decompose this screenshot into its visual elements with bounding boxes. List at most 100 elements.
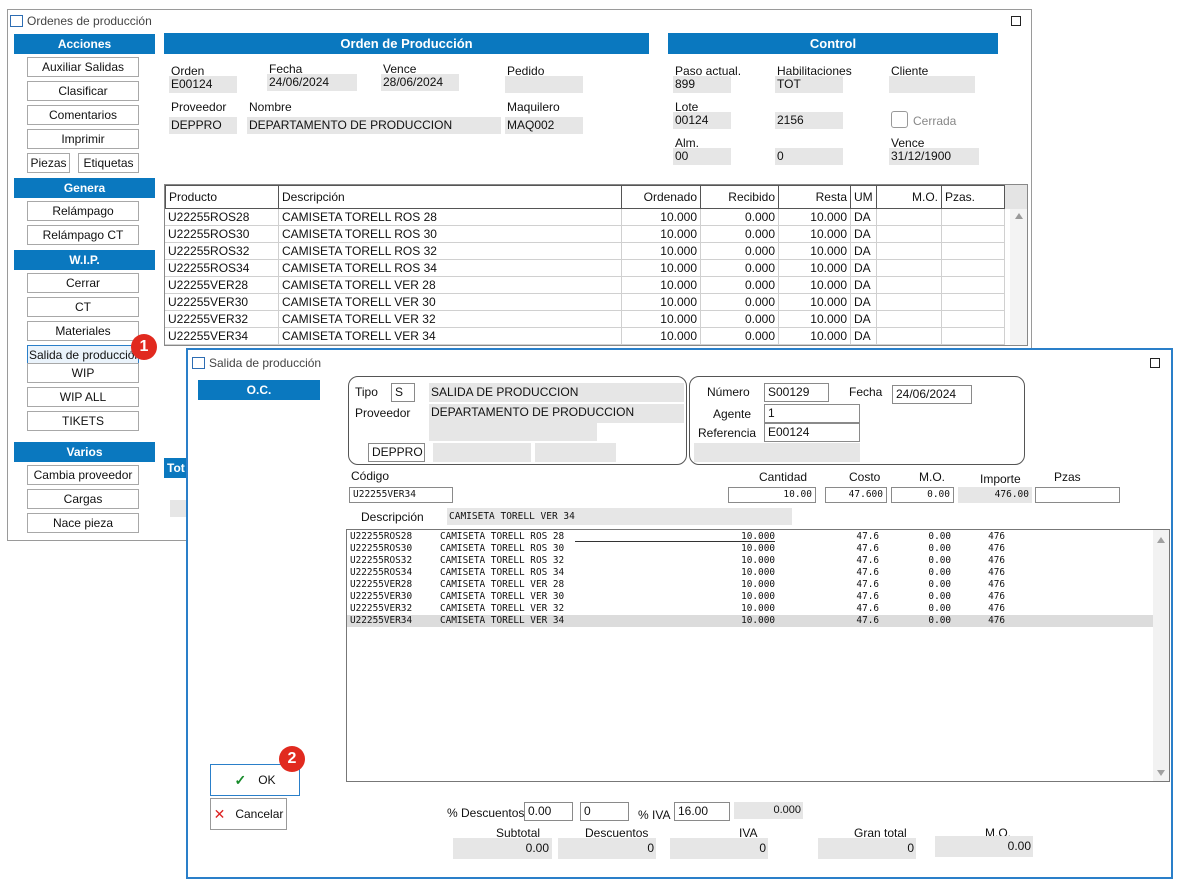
etiquetas-button[interactable]: Etiquetas [78,153,139,173]
proveedor-field[interactable]: DEPPRO [169,117,237,134]
list-cell-costo: 47.6 [856,615,879,626]
list-cell-mo: 0.00 [928,591,951,602]
col-ordenado[interactable]: Ordenado [622,185,701,209]
alm-field[interactable]: 00 [673,148,731,165]
cantidad-field[interactable]: 10.00 [728,487,816,503]
list-scrollbar[interactable] [1153,530,1169,781]
costo-field[interactable]: 47.600 [825,487,887,503]
wip-button[interactable]: WIP [27,363,139,383]
habilitaciones-field[interactable]: TOT [775,76,843,93]
control-header: Control [668,33,998,54]
numero-field[interactable]: S00129 [764,383,829,402]
cell-descripcion: CAMISETA TORELL VER 28 [279,277,622,294]
list-item[interactable]: U22255ROS32 CAMISETA TORELL ROS 32 10.000 4… [347,555,1153,567]
piezas-button[interactable]: Piezas [27,153,70,173]
descripcion-field: CAMISETA TORELL VER 34 [447,508,792,525]
scroll-track[interactable] [1010,209,1027,345]
dialog-maximize-button[interactable] [1150,358,1160,368]
cerrada-checkbox[interactable] [891,111,908,128]
mo-total-field: 0.00 [935,836,1033,857]
descuento1-field[interactable]: 0.00 [524,802,573,821]
maquilero-field[interactable]: MAQ002 [505,117,583,134]
list-scroll-up-icon[interactable] [1157,537,1165,543]
cell-mo [877,294,942,311]
cambia-proveedor-button[interactable]: Cambia proveedor [27,465,139,485]
lote2-field[interactable]: 2156 [775,112,843,129]
comentarios-button[interactable]: Comentarios [27,105,139,125]
ct-button[interactable]: CT [27,297,139,317]
orden-field[interactable]: E00124 [169,76,237,93]
list-cell-codigo: U22255VER30 [350,591,413,602]
col-recibido[interactable]: Recibido [701,185,779,209]
pzas-field[interactable] [1035,487,1120,503]
nace-pieza-button[interactable]: Nace pieza [27,513,139,533]
tipo-field[interactable]: S [391,383,415,402]
imprimir-button[interactable]: Imprimir [27,129,139,149]
list-item[interactable]: U22255ROS34 CAMISETA TORELL ROS 34 10.000 4… [347,567,1153,579]
fecha-dlg-field[interactable]: 24/06/2024 [892,385,972,404]
table-row[interactable]: U22255ROS28 CAMISETA TORELL ROS 28 10.000 0… [165,209,1005,226]
table-row[interactable]: U22255VER28 CAMISETA TORELL VER 28 10.000 0… [165,277,1005,294]
agente-field[interactable]: 1 [764,404,860,423]
table-row[interactable]: U22255ROS30 CAMISETA TORELL ROS 30 10.000 0… [165,226,1005,243]
list-item[interactable]: U22255VER28 CAMISETA TORELL VER 28 10.000 4… [347,579,1153,591]
materiales-button[interactable]: Materiales [27,321,139,341]
table-row[interactable]: U22255ROS32 CAMISETA TORELL ROS 32 10.000 0… [165,243,1005,260]
list-scroll-down-icon[interactable] [1157,770,1165,776]
wip-all-button[interactable]: WIP ALL [27,387,139,407]
proveedor-code-field[interactable]: DEPPRO [368,443,425,462]
cell-resta: 10.000 [779,226,851,243]
list-item[interactable]: U22255ROS30 CAMISETA TORELL ROS 30 10.000 4… [347,543,1153,555]
row-underline [575,541,775,542]
table-row[interactable]: U22255VER34 CAMISETA TORELL VER 34 10.000 0… [165,328,1005,345]
list-cell-mo: 0.00 [928,615,951,626]
proveedor-blank-1 [429,423,597,441]
vence-control-field[interactable]: 31/12/1900 [889,148,979,165]
cancel-button[interactable]: ✕ Cancelar [210,798,287,830]
cerrar-button[interactable]: Cerrar [27,273,139,293]
col-um[interactable]: UM [851,185,877,209]
referencia-field[interactable]: E00124 [764,423,860,442]
table-row[interactable]: U22255VER32 CAMISETA TORELL VER 32 10.000 0… [165,311,1005,328]
codigo-field[interactable]: U22255VER34 [349,487,453,503]
vence-field[interactable]: 28/06/2024 [381,74,459,91]
col-mo[interactable]: M.O. [877,185,942,209]
cell-pzas [942,277,1005,294]
descuento2-field[interactable]: 0 [580,802,629,821]
scroll-up-icon[interactable] [1015,213,1023,219]
col-descripcion[interactable]: Descripción [279,185,622,209]
tikets-button[interactable]: TIKETS [27,411,139,431]
col-pzas[interactable]: Pzas. [942,185,1005,209]
list-item[interactable]: U22255VER32 CAMISETA TORELL VER 32 10.000 4… [347,603,1153,615]
section-acciones: Acciones [14,34,155,54]
table-row[interactable]: U22255ROS34 CAMISETA TORELL ROS 34 10.000 0… [165,260,1005,277]
fecha-field[interactable]: 24/06/2024 [267,74,357,91]
list-cell-mo: 0.00 [928,579,951,590]
salida-produccion-button[interactable]: Salida de producción [27,345,139,365]
list-item[interactable]: U22255VER30 CAMISETA TORELL VER 30 10.000 4… [347,591,1153,603]
pedido-field[interactable] [505,76,583,93]
nombre-field[interactable]: DEPARTAMENTO DE PRODUCCION [247,117,501,134]
table-row[interactable]: U22255VER30 CAMISETA TORELL VER 30 10.000 0… [165,294,1005,311]
maximize-button[interactable] [1011,16,1021,26]
mo-dlg-field[interactable]: 0.00 [891,487,954,503]
col-producto[interactable]: Producto [165,185,279,209]
items-list[interactable]: U22255ROS28 CAMISETA TORELL ROS 28 10.000 4… [346,529,1170,782]
relampago-ct-button[interactable]: Relámpago CT [27,225,139,245]
col-resta[interactable]: Resta [779,185,851,209]
cliente-field[interactable] [889,76,975,93]
list-item[interactable]: U22255VER34 CAMISETA TORELL VER 34 10.000 4… [347,615,1153,627]
list-cell-codigo: U22255VER32 [350,603,413,614]
iva-pct-field[interactable]: 16.00 [674,802,730,821]
list-cell-mo: 0.00 [928,531,951,542]
auxiliar-salidas-button[interactable]: Auxiliar Salidas [27,57,139,77]
cargas-button[interactable]: Cargas [27,489,139,509]
cell-mo [877,209,942,226]
list-cell-imp: 476 [988,579,1005,590]
alm2-field[interactable]: 0 [775,148,843,165]
paso-field[interactable]: 899 [673,76,731,93]
relampago-button[interactable]: Relámpago [27,201,139,221]
lote-field[interactable]: 00124 [673,112,731,129]
cell-descripcion: CAMISETA TORELL ROS 34 [279,260,622,277]
clasificar-button[interactable]: Clasificar [27,81,139,101]
